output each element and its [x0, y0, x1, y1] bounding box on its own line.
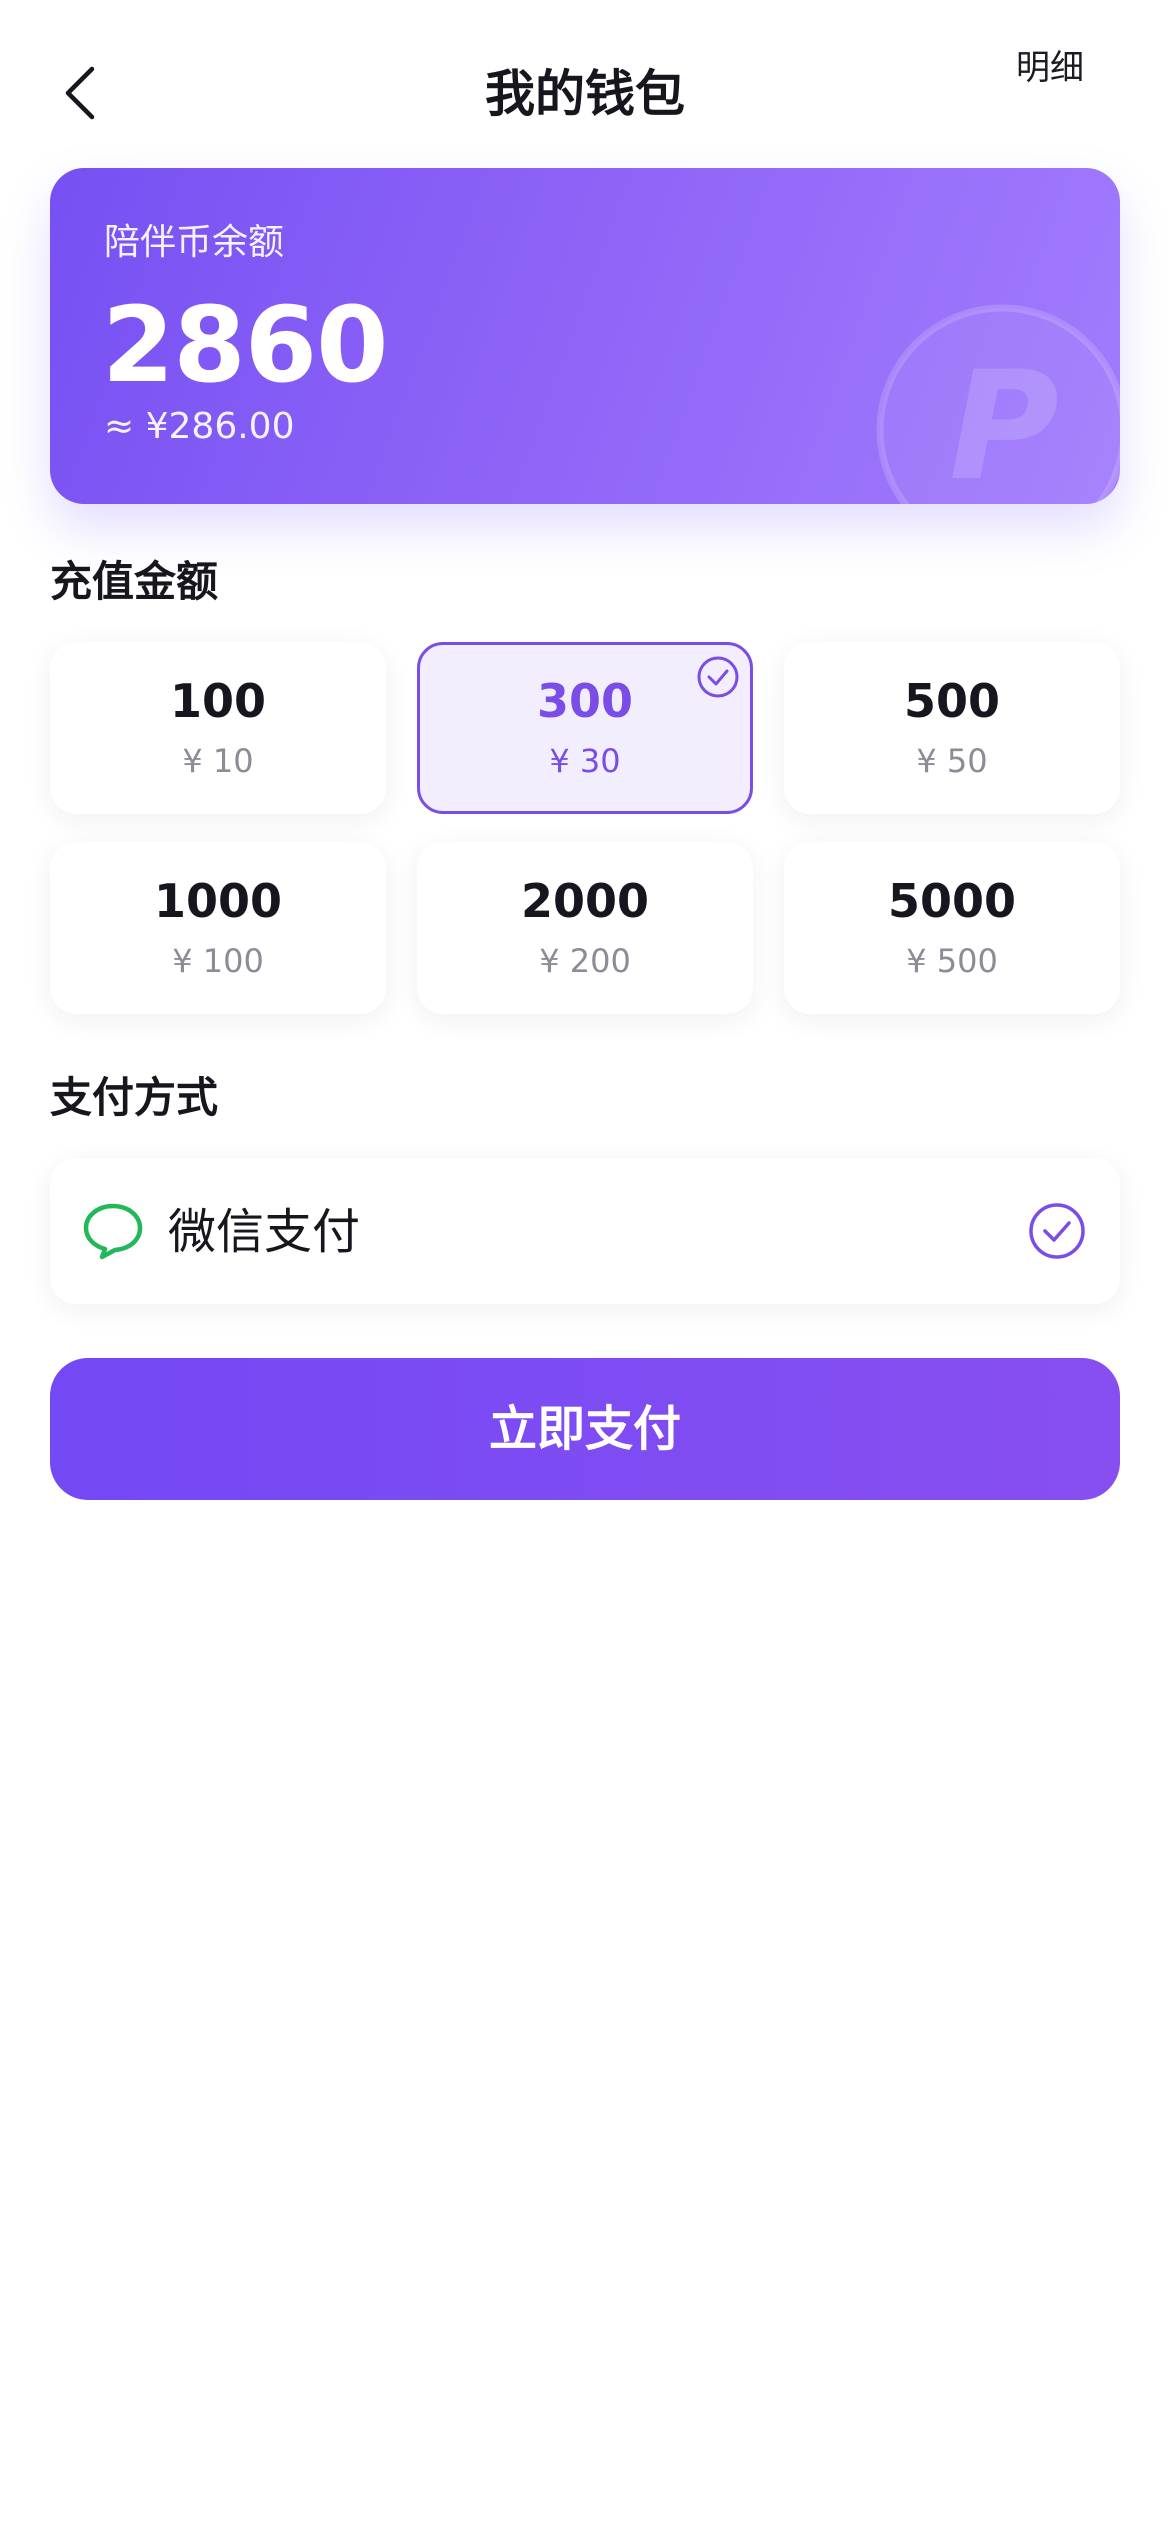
recharge-option-2000[interactable]: 2000 ¥ 200 [417, 842, 753, 1014]
recharge-option-500[interactable]: 500 ¥ 50 [784, 642, 1120, 814]
option-price: ¥ 200 [539, 942, 631, 980]
header-bar: 我的钱包 明细 [0, 0, 1170, 160]
page-title: 我的钱包 [485, 65, 685, 123]
option-coins: 5000 [887, 874, 1017, 928]
balance-value: 2860 [102, 284, 388, 406]
recharge-option-1000[interactable]: 1000 ¥ 100 [50, 842, 386, 1014]
wechat-icon [83, 1203, 143, 1260]
recharge-section-title: 充值金额 [50, 557, 219, 606]
wechat-pay-option[interactable]: 微信支付 [50, 1158, 1120, 1304]
option-price: ¥ 500 [906, 942, 998, 980]
balance-cny-equivalent: ≈ ¥286.00 [104, 406, 295, 447]
payment-section-title: 支付方式 [50, 1073, 219, 1122]
option-coins: 100 [169, 674, 267, 728]
balance-label: 陪伴币余额 [104, 222, 285, 263]
option-price: ¥ 10 [182, 742, 254, 780]
check-circle-icon [1029, 1203, 1085, 1259]
recharge-option-5000[interactable]: 5000 ¥ 500 [784, 842, 1120, 1014]
detail-link[interactable]: 明细 [1016, 44, 1084, 92]
p-coin-icon: P [876, 304, 1120, 504]
option-price: ¥ 30 [549, 742, 621, 780]
payment-method-name: 微信支付 [168, 1204, 361, 1260]
balance-card: 陪伴币余额 2860 ≈ ¥286.00 P [50, 168, 1120, 504]
option-price: ¥ 100 [172, 942, 264, 980]
option-coins: 2000 [520, 874, 650, 928]
recharge-option-300[interactable]: 300 ¥ 30 [417, 642, 753, 814]
pay-now-button[interactable]: 立即支付 [50, 1358, 1120, 1500]
option-coins: 1000 [153, 874, 283, 928]
option-coins: 500 [903, 674, 1001, 728]
recharge-option-100[interactable]: 100 ¥ 10 [50, 642, 386, 814]
svg-text:P: P [949, 340, 1059, 504]
check-circle-icon [697, 656, 739, 698]
option-price: ¥ 50 [916, 742, 988, 780]
